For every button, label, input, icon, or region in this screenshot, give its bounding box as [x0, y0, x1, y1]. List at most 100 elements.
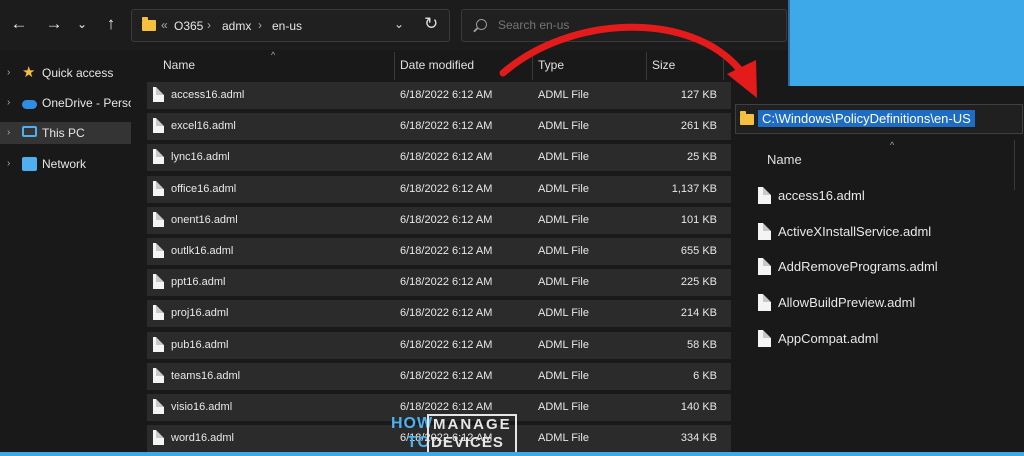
expand-chevron-icon[interactable]: ›	[7, 153, 10, 175]
forward-arrow-icon[interactable]: →	[42, 12, 66, 36]
search-box[interactable]	[461, 9, 787, 42]
search-input[interactable]	[498, 18, 768, 32]
column-divider[interactable]	[1014, 140, 1015, 190]
file-row[interactable]: excel16.adml 6/18/2022 6:12 AM ADML File 26…	[147, 113, 731, 141]
file-row[interactable]: teams16.adml 6/18/2022 6:12 AM ADML File 6 …	[147, 362, 731, 390]
file-icon	[153, 274, 164, 290]
back-arrow-icon[interactable]: ←	[7, 12, 31, 36]
file-icon	[153, 243, 164, 258]
up-arrow-icon[interactable]: ↑	[99, 12, 123, 36]
file-size: 101 KB	[680, 213, 717, 226]
file-date-modified: 6/18/2022 6:12 AM	[400, 276, 493, 289]
file-name: lync16.adml	[171, 151, 230, 164]
file-row[interactable]: ppt16.adml 6/18/2022 6:12 AM ADML File 225 …	[147, 269, 731, 297]
column-header-name[interactable]: Name	[767, 152, 802, 167]
file-row[interactable]: proj16.adml 6/18/2022 6:12 AM ADML File 214…	[147, 300, 731, 328]
breadcrumb-o365[interactable]: O365	[174, 19, 203, 33]
breadcrumb-separator-icon[interactable]: ›	[258, 18, 262, 32]
breadcrumb-separator-icon[interactable]: ›	[207, 18, 211, 32]
file-type: ADML File	[538, 182, 589, 195]
file-icon	[153, 305, 164, 321]
file-name: proj16.adml	[171, 307, 229, 320]
file-icon	[153, 211, 164, 227]
nav-item-label: Quick access	[42, 66, 114, 80]
file-icon	[758, 258, 771, 276]
file-type: ADML File	[538, 432, 589, 445]
nav-item-onedrive[interactable]: › OneDrive - Person	[0, 92, 131, 114]
column-header-name[interactable]: Name	[163, 50, 195, 80]
refresh-icon[interactable]: ↻	[424, 14, 438, 34]
column-divider[interactable]	[532, 52, 533, 80]
file-explorer-window: ← → ⌄ ↑ « O365 › admx › en-us ⌄ ↻ › ★ Qu…	[0, 0, 790, 452]
file-icon	[153, 87, 164, 102]
nav-item-this-pc[interactable]: › This PC	[0, 122, 131, 144]
file-row[interactable]: pub16.adml 6/18/2022 6:12 AM ADML File 58 K…	[147, 331, 731, 359]
sort-ascending-icon: ^	[890, 140, 895, 150]
file-name: outlk16.adml	[171, 245, 234, 257]
file-size: 655 KB	[680, 245, 717, 257]
file-size: 58 KB	[687, 338, 717, 351]
file-type: ADML File	[538, 338, 589, 351]
file-row[interactable]: onent16.adml 6/18/2022 6:12 AM ADML File 10…	[147, 206, 731, 234]
column-header-date-modified[interactable]: Date modified	[400, 50, 474, 80]
file-icon	[153, 180, 164, 196]
file-size: 225 KB	[680, 276, 717, 289]
column-divider[interactable]	[394, 52, 395, 80]
file-date-modified: 6/18/2022 6:12 AM	[400, 307, 493, 320]
file-size: 261 KB	[680, 120, 717, 133]
expand-chevron-icon[interactable]: ›	[7, 62, 10, 84]
column-header-type[interactable]: Type	[538, 50, 564, 80]
star-icon: ★	[22, 64, 36, 81]
file-date-modified: 6/18/2022 6:12 AM	[400, 338, 493, 351]
expand-chevron-icon[interactable]: ›	[7, 92, 10, 114]
file-icon	[758, 294, 771, 312]
address-bar-selected[interactable]: C:\Windows\PolicyDefinitions\en-US	[735, 104, 1023, 134]
address-bar[interactable]: « O365 › admx › en-us ⌄ ↻	[131, 9, 450, 42]
file-name: word16.adml	[171, 432, 234, 445]
address-path-text[interactable]: C:\Windows\PolicyDefinitions\en-US	[758, 110, 975, 127]
nav-item-quick-access[interactable]: › ★ Quick access	[0, 62, 131, 84]
expand-chevron-icon[interactable]: ›	[7, 122, 10, 144]
file-row[interactable]: access16.adml	[758, 186, 1008, 206]
cloud-icon	[22, 100, 37, 109]
file-row[interactable]: AddRemovePrograms.adml	[758, 257, 1008, 277]
file-type: ADML File	[538, 276, 589, 289]
breadcrumb-admx[interactable]: admx	[222, 19, 251, 33]
file-row[interactable]: outlk16.adml 6/18/2022 6:12 AM ADML File 65…	[147, 238, 731, 265]
file-size: 127 KB	[680, 89, 717, 101]
overflow-icon[interactable]: «	[161, 18, 168, 32]
column-divider[interactable]	[646, 52, 647, 80]
column-header-size[interactable]: Size	[652, 50, 675, 80]
file-date-modified: 6/18/2022 6:12 AM	[400, 213, 493, 226]
file-icon	[758, 222, 771, 240]
nav-item-label: This PC	[42, 126, 85, 140]
logo-text-manage: MANAGE	[433, 416, 512, 433]
column-divider[interactable]	[723, 52, 724, 80]
file-row[interactable]: AppCompat.adml	[758, 329, 1008, 349]
file-date-modified: 6/18/2022 6:12 AM	[400, 369, 493, 382]
folder-icon	[142, 17, 156, 31]
file-row[interactable]: access16.adml 6/18/2022 6:12 AM ADML File 1…	[147, 82, 731, 109]
file-size: 334 KB	[680, 432, 717, 445]
file-list: ^ Name Date modified Type Size access16.…	[133, 50, 788, 452]
file-row[interactable]: lync16.adml 6/18/2022 6:12 AM ADML File 25 …	[147, 144, 731, 172]
recent-locations-chevron-icon[interactable]: ⌄	[70, 12, 94, 36]
file-icon	[153, 149, 164, 165]
address-dropdown-icon[interactable]: ⌄	[394, 17, 404, 31]
howtomanagedevices-logo: HOW TO MANAGE DEVICES	[391, 412, 517, 452]
file-name: visio16.adml	[171, 401, 233, 413]
sort-ascending-icon: ^	[271, 50, 276, 60]
search-icon	[476, 19, 487, 30]
file-row[interactable]: AllowBuildPreview.adml	[758, 293, 1008, 313]
navigation-pane: › ★ Quick access › OneDrive - Person › T…	[0, 52, 131, 452]
file-row[interactable]: office16.adml 6/18/2022 6:12 AM ADML File 1…	[147, 175, 731, 203]
breadcrumb-en-us[interactable]: en-us	[272, 19, 302, 33]
file-type: ADML File	[538, 213, 589, 226]
nav-item-network[interactable]: › Network	[0, 153, 131, 175]
file-row[interactable]: ActiveXInstallService.adml	[758, 222, 1008, 242]
toolbar: ← → ⌄ ↑ « O365 › admx › en-us ⌄ ↻	[0, 0, 788, 50]
file-type: ADML File	[538, 89, 589, 101]
file-date-modified: 6/18/2022 6:12 AM	[400, 182, 493, 195]
file-name: pub16.adml	[171, 338, 229, 351]
file-type: ADML File	[538, 245, 589, 257]
